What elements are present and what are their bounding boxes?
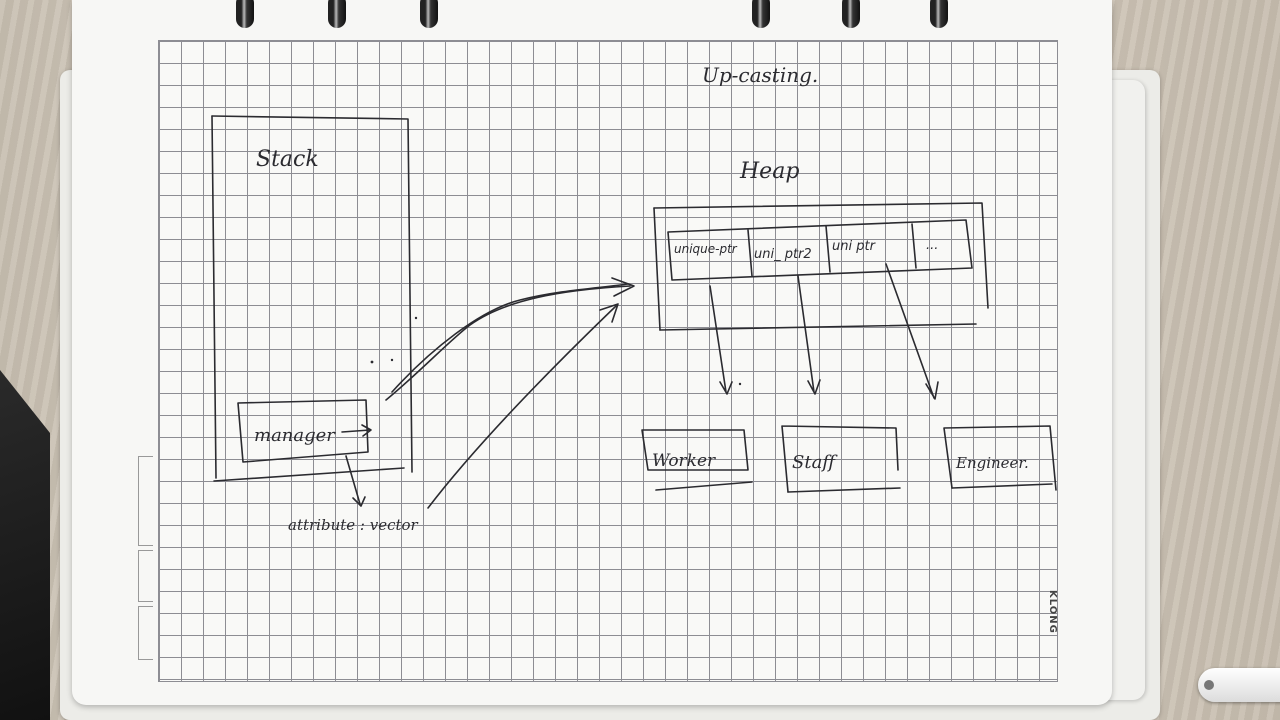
pointer-arrow	[885, 263, 939, 400]
vector-annotation-label: attribute : vector	[288, 516, 419, 534]
heap-label: Heap	[739, 159, 799, 184]
object-engineer: Engineer.	[943, 425, 1057, 491]
diagram-sketch: Up-casting. Stack manager attribute : ve…	[211, 63, 1057, 534]
object-label: Engineer.	[955, 454, 1029, 472]
object-label: Staff	[792, 452, 838, 473]
object-label: Worker	[652, 451, 716, 471]
pointer-arrow	[797, 275, 821, 395]
pointer-vector: unique-ptr uni_ ptr2 uni ptr ...	[667, 219, 973, 281]
manager-to-heap-arrow-ink	[391, 283, 629, 393]
pointer-cell: uni ptr	[832, 239, 877, 254]
diagram-title: Up-casting.	[702, 63, 818, 87]
pointer-arrow	[709, 285, 733, 395]
object-worker: Worker	[641, 429, 753, 491]
manager-box: manager	[237, 399, 372, 463]
pointer-cell: unique-ptr	[674, 242, 738, 256]
object-staff: Staff	[781, 425, 901, 493]
pointer-cell: ...	[926, 238, 938, 253]
pointer-cell: uni_ ptr2	[754, 247, 812, 262]
manager-label: manager	[254, 425, 336, 446]
stack-label: Stack	[256, 147, 319, 172]
